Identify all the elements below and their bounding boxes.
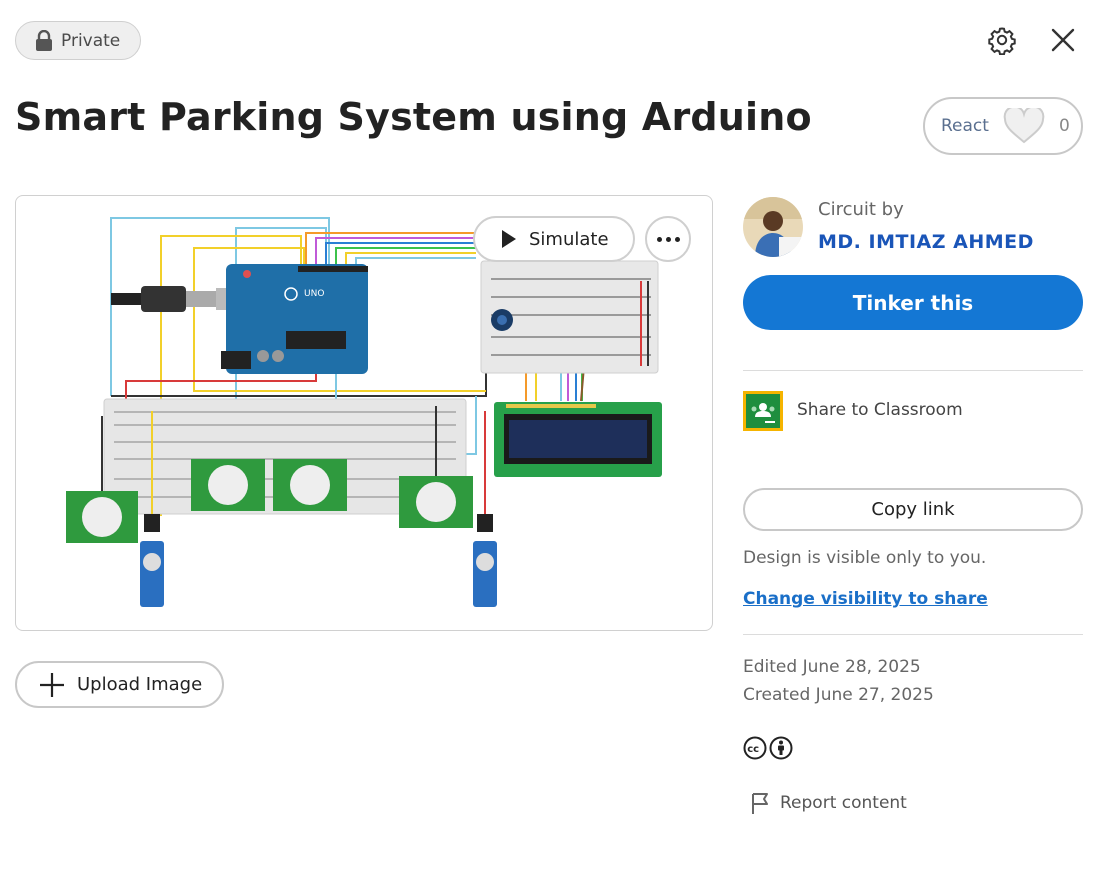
visibility-badge[interactable]: Private	[15, 21, 141, 60]
upload-image-label: Upload Image	[77, 674, 203, 695]
change-visibility-link[interactable]: Change visibility to share	[743, 589, 988, 609]
heart-icon	[1003, 108, 1045, 144]
pir-sensor	[66, 491, 138, 543]
edited-date: Edited June 28, 2025	[743, 657, 921, 677]
tinker-this-button[interactable]: Tinker this	[743, 275, 1083, 330]
react-button[interactable]: React 0	[923, 97, 1083, 155]
report-content-label: Report content	[780, 793, 907, 813]
react-label: React	[941, 116, 989, 136]
svg-text:UNO: UNO	[304, 289, 324, 299]
simulate-label: Simulate	[529, 228, 609, 250]
settings-button[interactable]	[987, 25, 1017, 56]
created-date: Created June 27, 2025	[743, 685, 934, 705]
circuit-by-label: Circuit by	[818, 199, 904, 220]
close-button[interactable]	[1048, 25, 1078, 55]
lock-icon	[36, 29, 52, 51]
share-to-classroom-link[interactable]: Share to Classroom	[797, 400, 963, 420]
upload-image-button[interactable]: Upload Image	[15, 661, 224, 708]
google-classroom-icon[interactable]	[743, 391, 783, 431]
author-name-link[interactable]: MD. IMTIAZ AHMED	[818, 231, 1034, 253]
creative-commons-icon: cc	[743, 736, 767, 760]
visibility-note: Design is visible only to you.	[743, 548, 987, 568]
visibility-label: Private	[61, 30, 121, 51]
license-icons[interactable]: cc	[743, 736, 793, 760]
close-icon	[1051, 28, 1075, 52]
attribution-icon	[769, 736, 793, 760]
plus-icon	[40, 672, 64, 697]
svg-text:cc: cc	[747, 744, 759, 755]
simulate-button[interactable]: Simulate	[473, 216, 635, 262]
play-icon	[502, 230, 516, 248]
report-content-button[interactable]: Report content	[750, 791, 907, 815]
react-count: 0	[1058, 116, 1070, 136]
avatar-image	[743, 197, 803, 257]
copy-link-button[interactable]: Copy link	[743, 488, 1083, 531]
more-options-button[interactable]	[645, 216, 691, 262]
avatar[interactable]	[743, 197, 803, 257]
gear-icon	[988, 27, 1016, 56]
more-options-icon	[656, 236, 680, 242]
flag-icon	[752, 793, 768, 814]
divider	[743, 634, 1083, 635]
divider	[743, 370, 1083, 371]
page-title: Smart Parking System using Arduino	[15, 95, 812, 139]
